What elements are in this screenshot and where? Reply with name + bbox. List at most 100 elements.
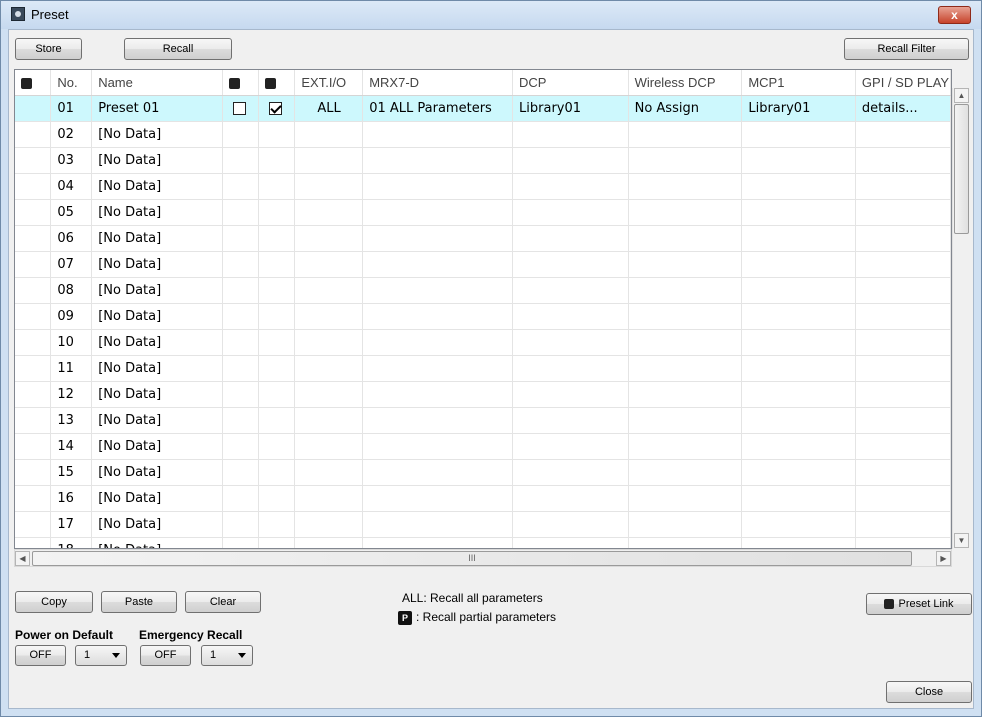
ext-io-cell[interactable] xyxy=(294,199,364,226)
mcp1-cell[interactable] xyxy=(741,199,856,226)
wireless-dcp-cell[interactable] xyxy=(628,277,743,304)
ext-io-cell[interactable] xyxy=(294,121,364,148)
table-row[interactable]: 15 [No Data] xyxy=(15,459,951,486)
gpi-sd-play-cell[interactable] xyxy=(855,251,951,278)
wireless-dcp-cell[interactable]: No Assign xyxy=(628,95,743,122)
wireless-dcp-cell[interactable] xyxy=(628,225,743,252)
wireless-dcp-cell[interactable] xyxy=(628,251,743,278)
mrx7d-cell[interactable] xyxy=(362,459,514,486)
copy-button[interactable]: Copy xyxy=(15,591,93,613)
row-name[interactable]: [No Data] xyxy=(91,277,223,304)
protect-cell[interactable] xyxy=(222,199,259,226)
ext-io-cell[interactable] xyxy=(294,459,364,486)
schedule-cell[interactable] xyxy=(258,303,296,330)
mrx7d-cell[interactable] xyxy=(362,303,514,330)
wireless-dcp-cell[interactable] xyxy=(628,329,743,356)
table-row[interactable]: 18[No Data] xyxy=(15,537,951,548)
ext-io-cell[interactable] xyxy=(294,407,364,434)
schedule-checkbox[interactable] xyxy=(268,102,282,115)
row-name[interactable]: [No Data] xyxy=(91,121,223,148)
link-cell[interactable] xyxy=(15,95,52,122)
schedule-cell[interactable] xyxy=(258,355,296,382)
mrx7d-cell[interactable] xyxy=(362,407,514,434)
row-name[interactable]: [No Data] xyxy=(91,433,223,460)
row-name[interactable]: [No Data] xyxy=(91,381,223,408)
table-row[interactable]: 09 [No Data] xyxy=(15,303,951,330)
schedule-cell[interactable] xyxy=(258,433,296,460)
protect-checkbox[interactable] xyxy=(232,102,246,115)
row-name[interactable]: [No Data] xyxy=(91,407,223,434)
schedule-cell[interactable] xyxy=(258,121,296,148)
gpi-sd-play-cell[interactable]: details... xyxy=(855,95,951,122)
dcp-cell[interactable] xyxy=(512,251,629,278)
link-cell[interactable] xyxy=(15,303,52,330)
schedule-cell[interactable] xyxy=(258,537,296,548)
ext-io-cell[interactable] xyxy=(294,329,364,356)
dcp-cell[interactable] xyxy=(512,459,629,486)
mcp1-cell[interactable] xyxy=(741,147,856,174)
ext-io-cell[interactable] xyxy=(294,251,364,278)
ext-io-cell[interactable] xyxy=(294,485,364,512)
mrx7d-cell[interactable] xyxy=(362,329,514,356)
dcp-cell[interactable] xyxy=(512,121,629,148)
mrx7d-cell[interactable] xyxy=(362,277,514,304)
gpi-sd-play-cell[interactable] xyxy=(855,407,951,434)
ext-io-cell[interactable] xyxy=(294,147,364,174)
store-button[interactable]: Store xyxy=(15,38,82,60)
mcp1-cell[interactable] xyxy=(741,121,856,148)
mcp1-cell[interactable] xyxy=(741,277,856,304)
schedule-cell[interactable] xyxy=(258,381,296,408)
row-name[interactable]: Preset 01 xyxy=(91,95,223,122)
gpi-sd-play-cell[interactable] xyxy=(855,303,951,330)
link-cell[interactable] xyxy=(15,199,52,226)
horizontal-scrollbar[interactable]: ◀ III ▶ xyxy=(14,549,952,567)
column-mrx7d[interactable]: MRX7-D xyxy=(362,70,514,96)
protect-cell[interactable] xyxy=(222,251,259,278)
power-on-toggle[interactable]: OFF xyxy=(15,645,66,666)
protect-cell[interactable] xyxy=(222,459,259,486)
link-cell[interactable] xyxy=(15,485,52,512)
ext-io-cell[interactable] xyxy=(294,173,364,200)
table-row[interactable]: 08 [No Data] xyxy=(15,277,951,304)
schedule-cell[interactable] xyxy=(258,459,296,486)
gpi-sd-play-cell[interactable] xyxy=(855,511,951,538)
link-cell[interactable] xyxy=(15,537,52,548)
gpi-sd-play-cell[interactable] xyxy=(855,433,951,460)
vertical-scrollbar[interactable]: ▲ ▼ xyxy=(952,88,970,549)
link-cell[interactable] xyxy=(15,277,52,304)
protect-cell[interactable] xyxy=(222,121,259,148)
table-row[interactable]: 07 [No Data] xyxy=(15,251,951,278)
wireless-dcp-cell[interactable] xyxy=(628,303,743,330)
wireless-dcp-cell[interactable] xyxy=(628,121,743,148)
scroll-down-arrow-icon[interactable]: ▼ xyxy=(954,533,969,548)
row-name[interactable]: [No Data] xyxy=(91,485,223,512)
mrx7d-cell[interactable] xyxy=(362,147,514,174)
ext-io-cell[interactable] xyxy=(294,511,364,538)
schedule-cell[interactable] xyxy=(258,225,296,252)
scroll-left-arrow-icon[interactable]: ◀ xyxy=(15,551,30,566)
column-ext-io[interactable]: EXT.I/O xyxy=(294,70,364,96)
table-row[interactable]: 01 Preset 01 ALL 01 ALL Parameters Libra… xyxy=(15,95,951,122)
scroll-up-arrow-icon[interactable]: ▲ xyxy=(954,88,969,103)
link-cell[interactable] xyxy=(15,121,52,148)
mcp1-cell[interactable] xyxy=(741,407,856,434)
wireless-dcp-cell[interactable] xyxy=(628,511,743,538)
horizontal-scroll-thumb[interactable]: III xyxy=(32,551,912,566)
dcp-cell[interactable] xyxy=(512,537,629,548)
mcp1-cell[interactable] xyxy=(741,511,856,538)
row-name[interactable]: [No Data] xyxy=(91,511,223,538)
gpi-sd-play-cell[interactable] xyxy=(855,199,951,226)
wireless-dcp-cell[interactable] xyxy=(628,537,743,548)
table-row[interactable]: 11 [No Data] xyxy=(15,355,951,382)
mcp1-cell[interactable] xyxy=(741,173,856,200)
row-name[interactable]: [No Data] xyxy=(91,251,223,278)
link-cell[interactable] xyxy=(15,251,52,278)
recall-button[interactable]: Recall xyxy=(124,38,232,60)
dcp-cell[interactable] xyxy=(512,277,629,304)
mrx7d-cell[interactable] xyxy=(362,173,514,200)
protect-cell[interactable] xyxy=(222,173,259,200)
emergency-toggle[interactable]: OFF xyxy=(140,645,191,666)
gpi-sd-play-cell[interactable] xyxy=(855,329,951,356)
wireless-dcp-cell[interactable] xyxy=(628,355,743,382)
protect-cell[interactable] xyxy=(222,303,259,330)
